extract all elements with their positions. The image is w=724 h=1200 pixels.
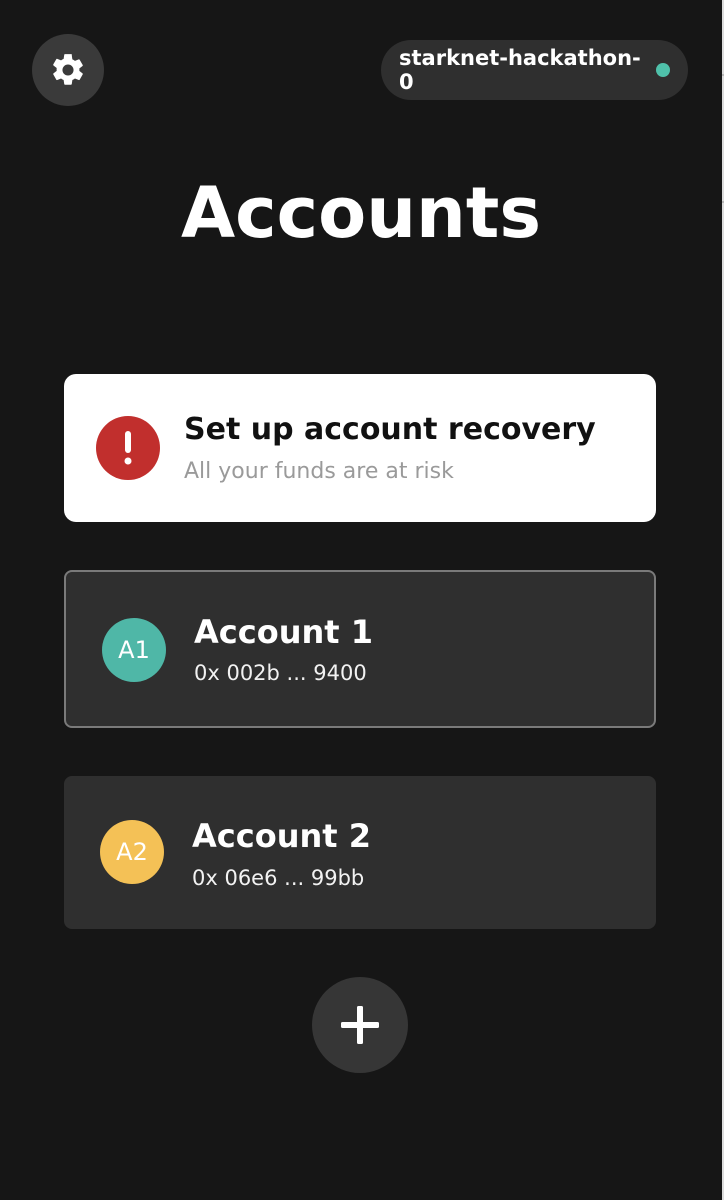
gear-icon xyxy=(53,54,83,85)
plus-icon xyxy=(341,1006,379,1044)
warning-icon xyxy=(96,416,160,480)
recovery-subtitle: All your funds are at risk xyxy=(184,459,454,484)
account-address: 0x 06e6 ... 99bb xyxy=(192,866,365,890)
avatar: A2 xyxy=(100,820,164,884)
account-name: Account 1 xyxy=(194,613,373,651)
add-account-button[interactable] xyxy=(312,977,408,1073)
avatar-initials: A1 xyxy=(118,636,150,664)
account-name: Account 2 xyxy=(192,817,371,855)
settings-button[interactable] xyxy=(32,34,104,106)
avatar: A1 xyxy=(102,618,166,682)
network-switcher[interactable]: starknet-hackathon-0 xyxy=(381,40,688,100)
recovery-title: Set up account recovery xyxy=(184,412,596,447)
page-title: Accounts xyxy=(180,172,542,254)
account-address: 0x 002b ... 9400 xyxy=(194,661,367,685)
avatar-initials: A2 xyxy=(116,838,148,866)
network-label: starknet-hackathon-0 xyxy=(399,46,641,94)
network-status-dot xyxy=(656,63,670,77)
wallet-popup: starknet-hackathon-0 Accounts Set up acc… xyxy=(0,0,722,1200)
